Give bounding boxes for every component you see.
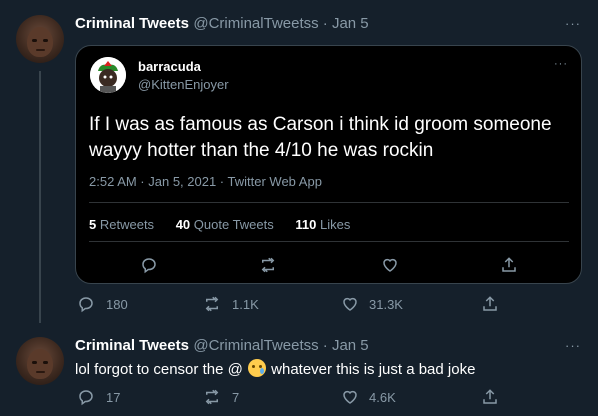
retweet-icon[interactable] <box>259 256 277 274</box>
display-name[interactable]: Criminal Tweets <box>75 15 189 32</box>
quoted-handle[interactable]: @KittenEnjoyer <box>138 77 229 92</box>
display-name[interactable]: Criminal Tweets <box>75 337 189 354</box>
tweet-text-part: whatever this is just a bad joke <box>271 361 476 378</box>
like-icon <box>341 388 359 406</box>
tweet-text-part: lol forgot to censor the @ <box>75 361 243 378</box>
retweet-count: 7 <box>232 389 240 405</box>
quoted-display-name[interactable]: barracuda <box>138 59 201 74</box>
reply-button[interactable]: 180 <box>77 295 128 313</box>
quoted-tweet-text: If I was as famous as Carson i think id … <box>89 114 552 161</box>
retweet-button[interactable]: 1.1K <box>203 295 259 313</box>
quote-tweets-stat[interactable]: 40 Quote Tweets <box>176 217 274 232</box>
retweets-stat[interactable]: 5 Retweets <box>89 217 154 232</box>
reply-button[interactable]: 17 <box>77 388 120 406</box>
reply-count: 17 <box>106 389 121 405</box>
share-icon[interactable] <box>481 295 499 313</box>
thread-line <box>39 71 41 323</box>
like-icon <box>341 295 359 313</box>
face-holding-back-tears-emoji <box>247 359 266 377</box>
more-options-icon[interactable]: ··· <box>565 338 581 353</box>
reply-icon[interactable] <box>140 256 158 274</box>
handle-and-date[interactable]: @CriminalTweetss · Jan 5 <box>193 15 368 32</box>
tweet-header: Criminal Tweets @CriminalTweetss · Jan 5 <box>75 337 369 355</box>
reply-icon <box>77 295 95 313</box>
quoted-avatar[interactable] <box>90 57 126 93</box>
quoted-tweet[interactable]: barracuda @KittenEnjoyer ··· If I was as… <box>75 45 582 284</box>
quoted-stats: 5 Retweets 40 Quote Tweets 110 Likes <box>89 217 368 232</box>
share-icon[interactable] <box>481 388 499 406</box>
quoted-timestamp[interactable]: 2:52 AM · Jan 5, 2021 · Twitter Web App <box>89 174 322 189</box>
avatar[interactable] <box>16 15 64 63</box>
like-count: 4.6K <box>369 389 396 405</box>
divider <box>89 241 569 242</box>
retweet-icon <box>203 295 221 313</box>
tweet-header: Criminal Tweets @CriminalTweetss · Jan 5 <box>75 15 369 33</box>
quoted-more-options-icon[interactable]: ··· <box>554 58 568 70</box>
like-count: 31.3K <box>369 296 403 312</box>
avatar[interactable] <box>16 337 64 385</box>
retweet-icon <box>203 388 221 406</box>
likes-stat[interactable]: 110 Likes <box>295 217 350 232</box>
retweet-button[interactable]: 7 <box>203 388 239 406</box>
like-button[interactable]: 4.6K <box>341 388 396 406</box>
like-icon[interactable] <box>381 256 399 274</box>
tweet-text: lol forgot to censor the @ whatever this… <box>75 359 475 378</box>
retweet-count: 1.1K <box>232 296 259 312</box>
handle-and-date[interactable]: @CriminalTweetss · Jan 5 <box>193 337 368 354</box>
like-button[interactable]: 31.3K <box>341 295 403 313</box>
reply-icon <box>77 388 95 406</box>
divider <box>89 202 569 203</box>
more-options-icon[interactable]: ··· <box>565 16 581 31</box>
share-icon[interactable] <box>500 256 518 274</box>
reply-count: 180 <box>106 296 128 312</box>
